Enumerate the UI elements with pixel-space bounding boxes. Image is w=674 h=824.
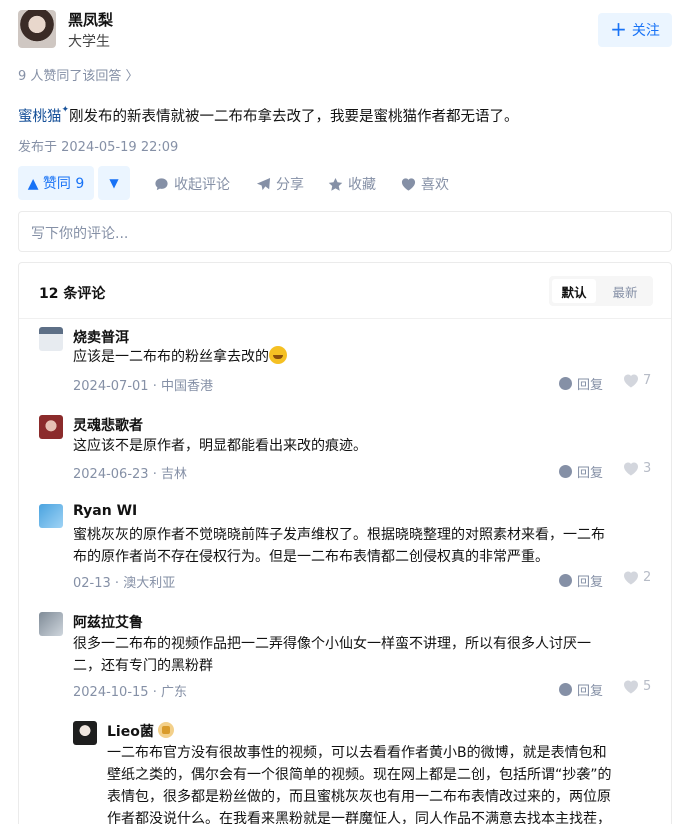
favorite-label: 收藏 bbox=[348, 177, 376, 193]
reply-label: 回复 bbox=[577, 466, 604, 481]
sort-latest-button[interactable]: 最新 bbox=[603, 279, 647, 303]
avatar[interactable] bbox=[39, 327, 63, 351]
upvoters-link[interactable]: 9 人赞同了该回答 〉 bbox=[18, 65, 139, 84]
laughing-emoji-icon bbox=[269, 346, 287, 364]
like-count: 5 bbox=[643, 679, 652, 694]
heart-icon bbox=[401, 177, 416, 191]
reply-text-line: 作者都没说什么。在我看来黑粉就是一群魔怔人，同人作品不满意去找本主找茬， bbox=[107, 811, 611, 824]
downvote-button[interactable]: ▼ bbox=[98, 166, 130, 200]
comment-author[interactable]: 阿兹拉艾鲁 bbox=[73, 612, 143, 632]
reply-button[interactable]: 回复 bbox=[559, 374, 603, 393]
reply-icon bbox=[559, 377, 572, 390]
collapse-comments-button[interactable]: 收起评论 bbox=[154, 174, 230, 194]
follow-label: 关注 bbox=[631, 23, 660, 39]
reply-button[interactable]: 回复 bbox=[559, 462, 603, 481]
reply-button[interactable]: 回复 bbox=[559, 680, 603, 699]
reply-author-name: Lieo菌 bbox=[107, 724, 154, 740]
comment-icon bbox=[155, 177, 168, 190]
heart-icon bbox=[624, 680, 638, 693]
reply-button[interactable]: 回复 bbox=[559, 571, 603, 590]
upvote-label: ▲ 赞同 9 bbox=[27, 176, 85, 192]
comment-like-button[interactable]: 3 bbox=[623, 461, 651, 476]
comment-date: 2024-06-23 bbox=[73, 467, 149, 482]
comment-author[interactable]: 烧卖普洱 bbox=[73, 327, 129, 347]
favorite-button[interactable]: 收藏 bbox=[328, 174, 376, 194]
sort-toggle: 默认 最新 bbox=[549, 276, 653, 306]
comment-text-body: 应该是一二布布的粉丝拿去改的 bbox=[73, 349, 269, 365]
heart-icon bbox=[624, 374, 638, 387]
comment-text-line: 蜜桃灰灰的原作者不觉晓晓前阵子发声维权了。根据晓晓整理的对照素材来看，一二布 bbox=[73, 527, 605, 543]
comment-text-line: 二，还有专门的黑粉群 bbox=[73, 658, 213, 674]
comment-like-button[interactable]: 5 bbox=[623, 679, 651, 694]
comment-meta: 02-13 · 澳大利亚 bbox=[73, 576, 176, 591]
reply-icon bbox=[559, 465, 572, 478]
avatar[interactable] bbox=[39, 612, 63, 636]
share-button[interactable]: 分享 bbox=[256, 174, 304, 194]
comment-text-line: 布的原作者尚不存在侵权行为。但是一二布布表情都二创侵权真的非常严重。 bbox=[73, 549, 549, 565]
author-avatar[interactable] bbox=[18, 10, 56, 48]
plus-icon: + bbox=[610, 17, 627, 41]
like-count: 2 bbox=[643, 570, 652, 585]
tag-mark-icon: ✦ bbox=[61, 105, 70, 115]
answer-content: 蜜桃猫✦刚发布的新表情就被一二布布拿去改了，我要是蜜桃猫作者都无语了。 bbox=[18, 105, 519, 126]
comment-date: 2024-10-15 bbox=[73, 685, 149, 700]
topic-tag[interactable]: 蜜桃猫 bbox=[18, 109, 62, 125]
downvote-icon: ▼ bbox=[109, 176, 119, 190]
comments-count: 12 条评论 bbox=[39, 286, 106, 302]
author-name[interactable]: 黑凤梨 bbox=[68, 9, 113, 30]
heart-icon bbox=[624, 462, 638, 475]
reply-label: 回复 bbox=[577, 575, 604, 590]
star-icon bbox=[328, 177, 343, 191]
comment-meta: 2024-06-23 · 吉林 bbox=[73, 467, 187, 482]
like-label: 喜欢 bbox=[421, 177, 449, 193]
reply-icon bbox=[559, 683, 572, 696]
comment-meta: 2024-10-15 · 广东 bbox=[73, 685, 187, 700]
like-count: 7 bbox=[643, 373, 652, 388]
comment-like-button[interactable]: 2 bbox=[623, 570, 651, 585]
comment-location: 澳大利亚 bbox=[123, 576, 176, 591]
upvote-button[interactable]: ▲ 赞同 9 bbox=[18, 166, 94, 200]
share-label: 分享 bbox=[276, 177, 304, 193]
comment-meta: 2024-07-01 · 中国香港 bbox=[73, 379, 213, 394]
collapse-comments-label: 收起评论 bbox=[174, 177, 230, 193]
follow-button[interactable]: + 关注 bbox=[598, 13, 672, 47]
comment-text: 应该是一二布布的粉丝拿去改的 bbox=[73, 346, 287, 368]
sort-default-button[interactable]: 默认 bbox=[552, 279, 596, 303]
avatar[interactable] bbox=[39, 415, 63, 439]
divider bbox=[19, 318, 671, 319]
comment-location: 吉林 bbox=[160, 467, 187, 482]
comment-text: 这应该不是原作者，明显都能看出来改的痕迹。 bbox=[73, 438, 367, 454]
reply-label: 回复 bbox=[577, 684, 604, 699]
reply-icon bbox=[559, 574, 572, 587]
badge-icon bbox=[157, 722, 174, 738]
comment-location: 中国香港 bbox=[160, 379, 213, 394]
comment-location: 广东 bbox=[160, 685, 187, 700]
comment-date: 2024-07-01 bbox=[73, 379, 149, 394]
heart-icon bbox=[624, 571, 638, 584]
share-icon bbox=[256, 177, 271, 190]
comment-date: 02-13 bbox=[73, 576, 111, 591]
reply-text-line: 表情包，很多都是粉丝做的，而且蜜桃灰灰也有用一二布布表情改过来的，两位原 bbox=[107, 789, 611, 805]
comment-text-line: 很多一二布布的视频作品把一二弄得像个小仙女一样蛮不讲理，所以有很多人讨厌一 bbox=[73, 636, 591, 652]
comment-author[interactable]: 灵魂悲歌者 bbox=[73, 415, 143, 435]
reply-author[interactable]: Lieo菌 bbox=[107, 721, 174, 741]
comment-like-button[interactable]: 7 bbox=[623, 373, 651, 388]
author-bio: 大学生 bbox=[68, 34, 110, 50]
comment-input[interactable]: 写下你的评论... bbox=[18, 211, 672, 252]
avatar[interactable] bbox=[39, 504, 63, 528]
comments-panel: 12 条评论 默认 最新 烧卖普洱 应该是一二布布的粉丝拿去改的 2024-07… bbox=[18, 262, 672, 824]
reply-label: 回复 bbox=[577, 378, 604, 393]
reply-text-line: 壁纸之类的，偶尔会有一个很简单的视频。现在网上都是二创，包括所谓“抄袭”的 bbox=[107, 767, 612, 783]
reply-text-line: 一二布布官方没有很故事性的视频，可以去看看作者黄小B的微博，就是表情包和 bbox=[107, 745, 607, 761]
avatar[interactable] bbox=[73, 721, 97, 745]
comment-author[interactable]: Ryan WI bbox=[73, 503, 137, 519]
publish-time: 发布于 2024-05-19 22:09 bbox=[18, 140, 179, 155]
like-button[interactable]: 喜欢 bbox=[401, 174, 449, 194]
like-count: 3 bbox=[643, 461, 652, 476]
answer-text: 刚发布的新表情就被一二布布拿去改了，我要是蜜桃猫作者都无语了。 bbox=[69, 109, 519, 125]
